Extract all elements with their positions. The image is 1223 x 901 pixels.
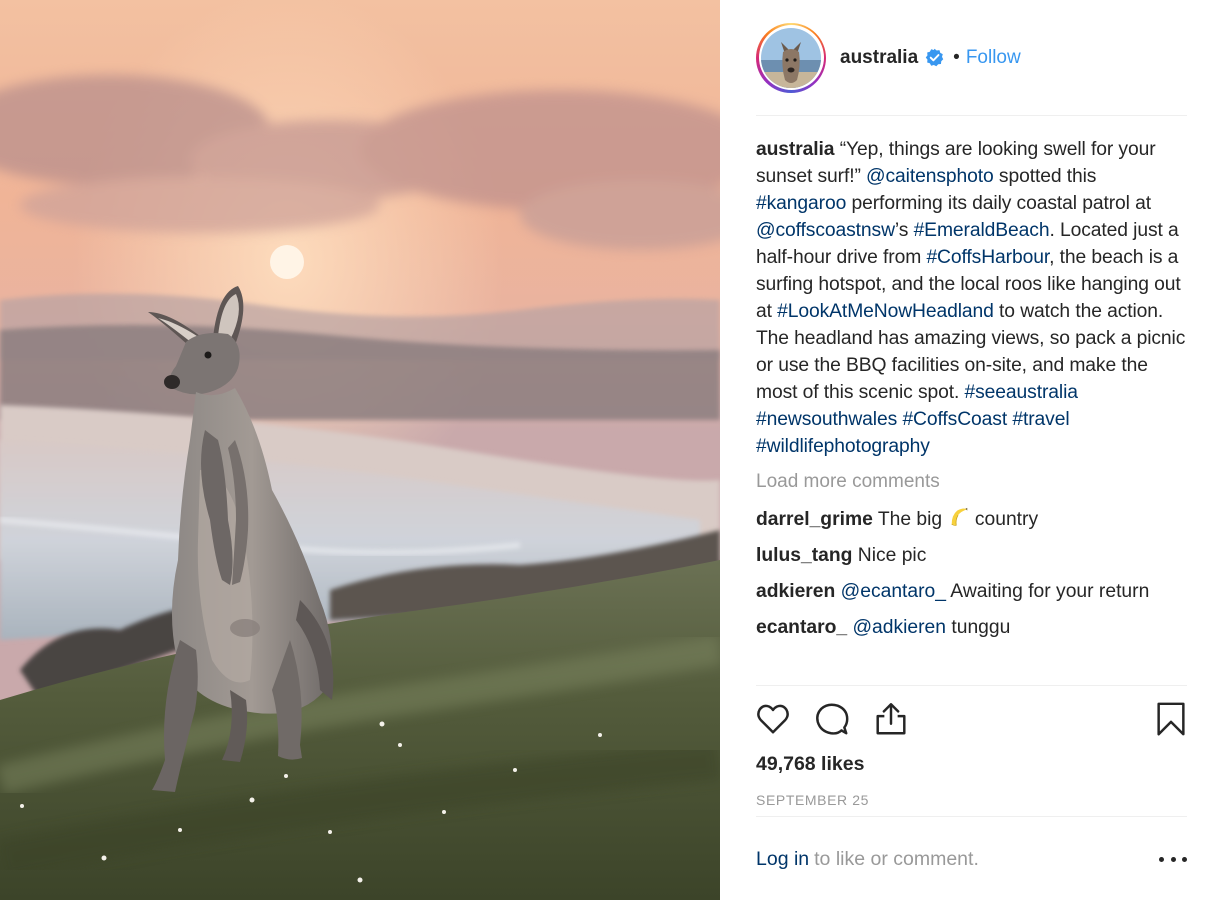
share-icon bbox=[876, 703, 906, 735]
post-actions-section: 49,768 likes SEPTEMBER 25 bbox=[756, 685, 1187, 808]
avatar[interactable] bbox=[761, 27, 821, 88]
story-ring[interactable] bbox=[756, 22, 826, 93]
post-header: australia • Follow bbox=[756, 0, 1187, 116]
hashtag-link[interactable]: #LookAtMeNowHeadland bbox=[777, 301, 994, 322]
comment-text: The big bbox=[877, 509, 948, 530]
share-button[interactable] bbox=[871, 699, 911, 739]
comment-text: tunggu bbox=[946, 617, 1011, 638]
mention-link[interactable]: @caitensphoto bbox=[866, 166, 994, 187]
more-options-icon bbox=[1159, 856, 1164, 862]
comment-list: darrel_grime The big country lulus_tang … bbox=[756, 506, 1187, 640]
caption-text: ’s bbox=[894, 220, 914, 241]
sun bbox=[270, 245, 304, 279]
heart-icon bbox=[757, 704, 789, 734]
hashtag-link[interactable]: #seeaustralia bbox=[965, 382, 1078, 403]
likes-count[interactable]: 49,768 likes bbox=[756, 753, 1187, 776]
login-prompt-text: to like or comment. bbox=[814, 847, 979, 870]
comment-username[interactable]: darrel_grime bbox=[756, 509, 873, 530]
post-date: SEPTEMBER 25 bbox=[756, 792, 870, 808]
hashtag-link[interactable]: #CoffsCoast bbox=[902, 409, 1007, 430]
save-button[interactable] bbox=[1151, 699, 1191, 739]
mention-link[interactable]: @ecantaro_ bbox=[841, 581, 946, 602]
comment-username[interactable]: lulus_tang bbox=[756, 545, 852, 566]
hashtag-link[interactable]: #wildlifephotography bbox=[756, 436, 930, 457]
caption-username[interactable]: australia bbox=[756, 139, 835, 160]
hashtag-link[interactable]: #travel bbox=[1012, 409, 1069, 430]
comment-item: lulus_tang Nice pic bbox=[756, 544, 1187, 568]
kangaroo-sunset-photo bbox=[0, 0, 720, 900]
login-footer: Log in to like or comment. bbox=[756, 816, 1187, 901]
caption-text: spotted this bbox=[993, 166, 1097, 187]
comment-text: Nice pic bbox=[857, 545, 927, 566]
post-photo[interactable] bbox=[0, 0, 720, 900]
hashtag-link[interactable]: #EmeraldBeach bbox=[914, 220, 1050, 241]
login-link[interactable]: Log in bbox=[756, 848, 809, 871]
comment-item: adkieren @ecantaro_ Awaiting for your re… bbox=[756, 580, 1187, 604]
hashtag-link[interactable]: #CoffsHarbour bbox=[926, 247, 1049, 268]
caption-text: performing its daily coastal patrol at bbox=[846, 193, 1151, 214]
hashtag-link[interactable]: #newsouthwales bbox=[756, 409, 897, 430]
more-options-button[interactable] bbox=[1159, 849, 1187, 869]
banana-emoji-icon bbox=[951, 507, 967, 526]
load-more-comments-button[interactable]: Load more comments bbox=[756, 471, 1187, 493]
post-caption: australia “Yep, things are looking swell… bbox=[756, 116, 1187, 460]
comment-item: ecantaro_ @adkieren tunggu bbox=[756, 616, 1187, 640]
mention-link[interactable]: @coffscoastnsw bbox=[756, 220, 895, 241]
bookmark-icon bbox=[1157, 702, 1185, 736]
hashtag-link[interactable]: #kangaroo bbox=[756, 193, 846, 214]
kangaroo-avatar-icon bbox=[761, 27, 821, 88]
comment-button[interactable] bbox=[812, 699, 852, 739]
header-separator: • bbox=[953, 46, 960, 68]
like-button[interactable] bbox=[753, 699, 793, 739]
instagram-post: australia • Follow australia “Yep, thing… bbox=[0, 0, 1223, 900]
comment-item: darrel_grime The big country bbox=[756, 506, 1187, 532]
comment-username[interactable]: adkieren bbox=[756, 581, 835, 602]
mention-link[interactable]: @adkieren bbox=[852, 617, 946, 638]
comment-icon bbox=[816, 703, 849, 735]
comment-username[interactable]: ecantaro_ bbox=[756, 617, 847, 638]
follow-button[interactable]: Follow bbox=[966, 47, 1021, 69]
verified-badge-icon bbox=[925, 48, 944, 67]
comment-text: country bbox=[969, 509, 1039, 530]
post-side-panel: australia • Follow australia “Yep, thing… bbox=[720, 0, 1223, 900]
comment-text: Awaiting for your return bbox=[946, 581, 1150, 602]
action-bar bbox=[756, 686, 1187, 752]
header-username[interactable]: australia bbox=[840, 47, 918, 69]
